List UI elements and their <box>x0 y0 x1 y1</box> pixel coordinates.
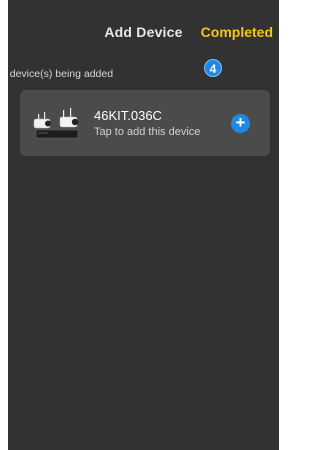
top-bar: Add Device Completed <box>8 0 279 60</box>
device-card[interactable]: 46KIT.036C Tap to add this device + <box>20 90 270 156</box>
app-screen: Add Device Completed 4 1 device(s) being… <box>8 0 279 450</box>
status-text: 1 device(s) being added <box>8 68 114 80</box>
plus-icon[interactable]: + <box>231 114 250 133</box>
step-badge: 4 <box>204 59 222 77</box>
device-subtitle: Tap to add this device <box>94 126 201 138</box>
completed-button[interactable]: Completed <box>201 24 273 40</box>
camera-kit-icon <box>33 108 79 139</box>
device-name: 46KIT.036C <box>94 108 162 123</box>
